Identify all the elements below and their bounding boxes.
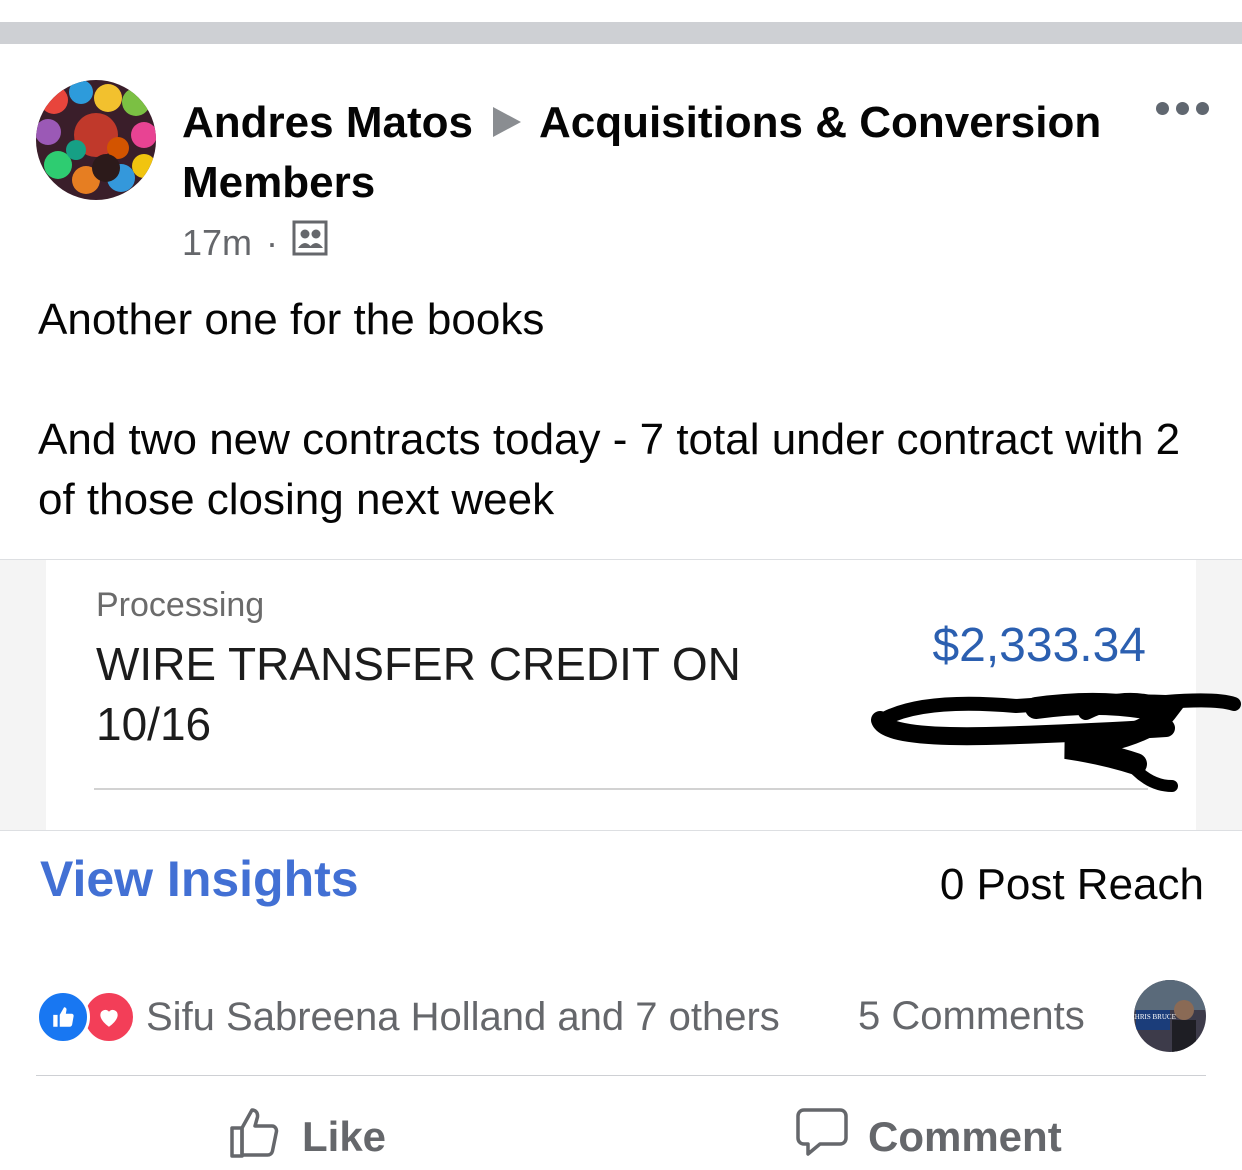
post-meta: 17m · [182, 220, 328, 266]
arrow-right-icon [492, 107, 521, 138]
group-name-continued[interactable]: Members [182, 156, 375, 210]
meta-separator: · [266, 222, 279, 263]
like-reaction-icon [36, 990, 90, 1044]
commenter-avatar[interactable]: CHRIS BRUCE [1134, 980, 1206, 1052]
author-name[interactable]: Andres Matos [182, 98, 473, 147]
more-dot-icon [1196, 102, 1209, 115]
more-dot-icon [1156, 102, 1169, 115]
group-name[interactable]: Acquisitions & Conversion [539, 98, 1101, 147]
top-strip [0, 0, 1242, 22]
reaction-icons [36, 990, 136, 1044]
post-text-line-2: And two new contracts today - 7 total un… [38, 415, 1181, 524]
speech-bubble-icon [794, 1104, 850, 1170]
post-timestamp[interactable]: 17m [182, 221, 252, 265]
group-members-icon [292, 220, 328, 266]
transaction-status: Processing [96, 586, 265, 624]
transaction-amount: $2,333.34 [932, 619, 1146, 672]
comments-count[interactable]: 5 Comments [858, 994, 1085, 1039]
like-label: Like [302, 1113, 387, 1160]
post-header: Andres Matos Acquisitions & Conversion [182, 96, 1101, 150]
more-dot-icon [1176, 102, 1189, 115]
post-attachment[interactable]: Processing WIRE TRANSFER CREDIT ON 10/16… [0, 559, 1242, 831]
more-options-button[interactable] [1156, 102, 1209, 115]
post-reach: 0 Post Reach [939, 860, 1204, 909]
reactors-text: Sifu Sabreena Holland and 7 others [146, 994, 780, 1039]
comment-label: Comment [868, 1113, 1062, 1160]
comment-button[interactable]: Comment [794, 1104, 1062, 1170]
actions-divider [36, 1075, 1206, 1076]
post-text-line-1: Another one for the books [38, 295, 545, 344]
reactions-summary[interactable]: Sifu Sabreena Holland and 7 others [36, 990, 780, 1044]
like-button[interactable]: Like [228, 1104, 386, 1170]
author-avatar[interactable] [36, 80, 156, 200]
redaction-scribble [871, 692, 1241, 792]
view-insights-link[interactable]: View Insights [40, 850, 359, 908]
feed-separator-bar [0, 22, 1242, 44]
svg-text:CHRIS BRUCE: CHRIS BRUCE [1134, 1013, 1176, 1021]
transaction-card: Processing WIRE TRANSFER CREDIT ON 10/16… [46, 560, 1241, 830]
card-divider [94, 788, 1148, 790]
love-reaction-icon [82, 990, 136, 1044]
transaction-description: WIRE TRANSFER CREDIT ON 10/16 [96, 638, 741, 750]
thumbs-up-icon [228, 1104, 284, 1170]
